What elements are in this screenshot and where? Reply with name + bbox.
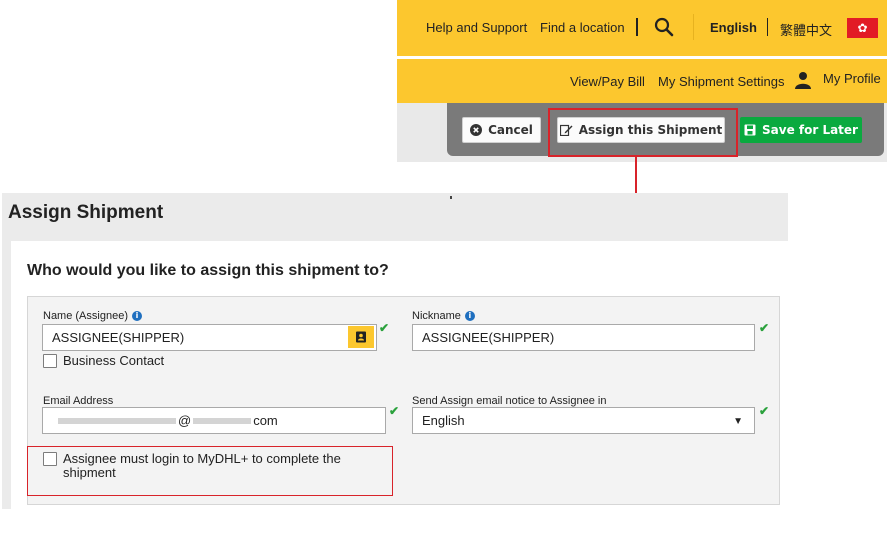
notice-language-label-text: Send Assign email notice to Assignee in [412, 395, 607, 407]
email-at-symbol: @ [178, 413, 192, 428]
valid-check-icon: ✔ [759, 404, 770, 418]
shipment-settings-link[interactable]: My Shipment Settings [658, 74, 784, 89]
masked-email-domain [193, 417, 252, 424]
valid-check-icon: ✔ [379, 321, 390, 335]
save-for-later-label: Save for Later [762, 123, 858, 137]
notice-language-select[interactable]: English ▼ [412, 407, 755, 434]
cancel-icon [470, 124, 483, 136]
chevron-down-icon: ▼ [733, 416, 743, 427]
name-assignee-label: Name (Assignee) i [43, 310, 142, 322]
valid-check-icon: ✔ [389, 404, 400, 418]
language-english[interactable]: English [710, 20, 757, 35]
notice-language-value: English [422, 413, 465, 428]
nickname-label-text: Nickname [412, 310, 461, 322]
nickname-value: ASSIGNEE(SHIPPER) [422, 330, 555, 345]
info-icon[interactable]: i [464, 311, 475, 321]
save-for-later-button[interactable]: Save for Later [740, 117, 862, 143]
nav-divider [693, 14, 694, 40]
save-icon [744, 124, 756, 136]
search-icon[interactable] [654, 17, 674, 37]
name-assignee-input[interactable]: ASSIGNEE(SHIPPER) [42, 324, 377, 351]
business-contact-label: Business Contact [63, 353, 165, 368]
top-nav: Help and Support Find a location English… [397, 0, 887, 56]
email-address-label-text: Email Address [43, 395, 114, 407]
assign-button-highlight [548, 108, 738, 157]
nav-divider [636, 18, 638, 36]
my-profile-link[interactable]: My Profile [823, 71, 881, 86]
page-title: Assign Shipment [8, 202, 164, 223]
hong-kong-flag-icon[interactable]: ✿ [847, 18, 878, 38]
help-support-link[interactable]: Help and Support [426, 20, 527, 35]
address-book-button[interactable] [348, 326, 374, 348]
business-contact-checkbox[interactable] [43, 354, 57, 368]
divider-mark [450, 196, 452, 199]
masked-email-local [58, 417, 176, 424]
user-icon [795, 72, 811, 89]
language-traditional-chinese[interactable]: 繁體中文 [780, 20, 832, 39]
nickname-label: Nickname i [412, 310, 475, 322]
name-assignee-label-text: Name (Assignee) [43, 310, 128, 322]
notice-language-label: Send Assign email notice to Assignee in [412, 395, 606, 407]
address-book-icon [356, 331, 366, 343]
assign-question-heading: Who would you like to assign this shipme… [27, 262, 389, 279]
email-address-input[interactable]: @ com [42, 407, 386, 434]
valid-check-icon: ✔ [759, 321, 770, 335]
info-icon[interactable]: i [131, 311, 142, 321]
sub-nav: View/Pay Bill My Shipment Settings My Pr… [397, 59, 887, 103]
login-option-highlight [27, 446, 393, 496]
nickname-input[interactable]: ASSIGNEE(SHIPPER) [412, 324, 755, 351]
email-address-label: Email Address [43, 395, 113, 407]
view-pay-bill-link[interactable]: View/Pay Bill [570, 74, 645, 89]
email-suffix: com [253, 413, 278, 428]
cancel-button[interactable]: Cancel [462, 117, 541, 143]
cancel-label: Cancel [488, 123, 533, 137]
nav-divider [767, 18, 768, 36]
find-location-link[interactable]: Find a location [540, 20, 625, 35]
name-assignee-value: ASSIGNEE(SHIPPER) [52, 330, 185, 345]
